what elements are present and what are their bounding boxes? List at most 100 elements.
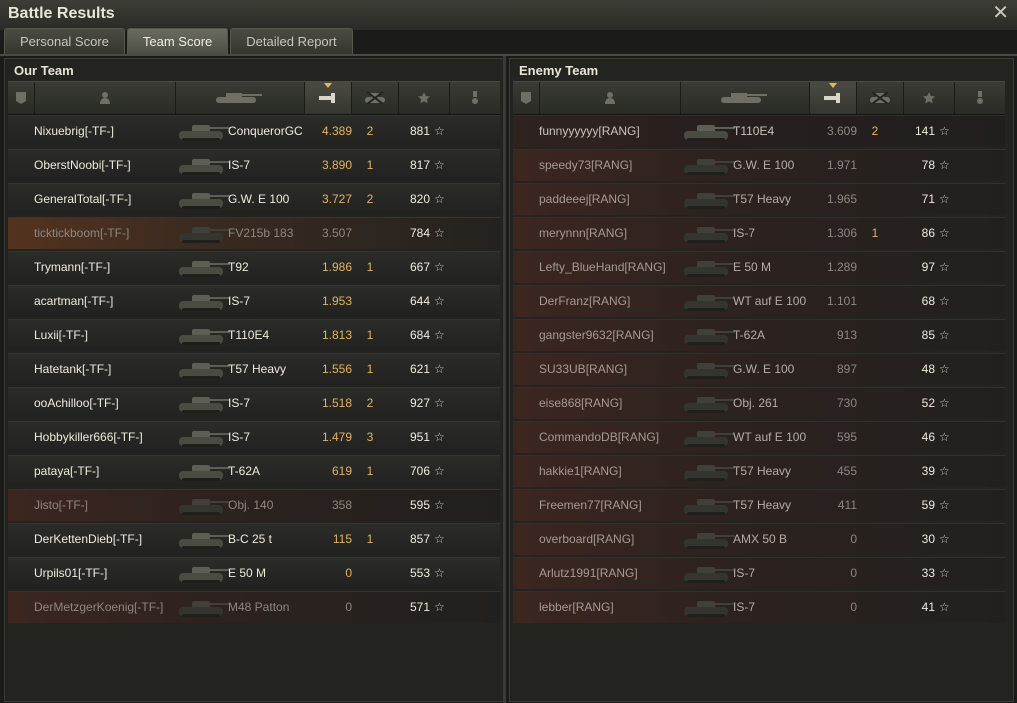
table-row[interactable]: DerMetzgerKoenig[-TF-] M48 Patton 0 571 ☆	[8, 591, 500, 623]
tank-icon	[176, 391, 232, 417]
table-row[interactable]: lebber[RANG] IS-7 0 41 ☆	[513, 591, 1005, 623]
player-name: acartman[-TF-]	[34, 294, 114, 308]
enemy-team-list: funnyyyyyy[RANG] T110E4 3.609 2 141 ☆ speedy73…	[513, 115, 1005, 625]
table-row[interactable]: Lefty_BlueHand[RANG] E 50 M 1.289 97 ☆	[513, 251, 1005, 283]
star-icon: ☆	[434, 464, 445, 478]
xp-value: 33	[921, 566, 935, 580]
medal-column-icon[interactable]	[450, 82, 500, 114]
tank-icon	[176, 357, 232, 383]
player-name: CommandoDB[RANG]	[539, 430, 660, 444]
medal-column-icon[interactable]	[955, 82, 1005, 114]
tank-icon	[176, 527, 232, 553]
tank-column-icon[interactable]	[681, 82, 810, 114]
table-row[interactable]: OberstNoobi[-TF-] IS-7 3.890 1 817 ☆	[8, 149, 500, 181]
damage-value: 1.518	[321, 396, 352, 410]
kills-column-icon[interactable]	[857, 82, 904, 114]
damage-value: 0	[850, 566, 857, 580]
player-column-icon[interactable]	[35, 82, 176, 114]
player-name: OberstNoobi[-TF-]	[34, 158, 131, 172]
table-row[interactable]: Nixuebrig[-TF-] ConquerorGC 4.389 2 881 ☆	[8, 115, 500, 147]
xp-value: 553	[409, 566, 430, 580]
table-row[interactable]: merynnn[RANG] IS-7 1.306 1 86 ☆	[513, 217, 1005, 249]
xp-value: 951	[409, 430, 430, 444]
table-row[interactable]: DerFranz[RANG] WT auf E 100 1.101 68 ☆	[513, 285, 1005, 317]
xp-value: 86	[921, 226, 935, 240]
table-row[interactable]: Hatetank[-TF-] T57 Heavy 1.556 1 621 ☆	[8, 353, 500, 385]
damage-value: 1.289	[826, 260, 857, 274]
xp-column-icon[interactable]	[399, 82, 450, 114]
platoon-column-icon[interactable]	[513, 82, 540, 114]
tab-team-score[interactable]: Team Score	[126, 28, 229, 54]
player-name: Lefty_BlueHand[RANG]	[539, 260, 666, 274]
player-name: lebber[RANG]	[539, 600, 614, 614]
table-row[interactable]: acartman[-TF-] IS-7 1.953 644 ☆	[8, 285, 500, 317]
damage-value: 897	[836, 362, 857, 376]
damage-value: 3.609	[826, 124, 857, 138]
tank-name: WT auf E 100	[733, 294, 807, 308]
xp-value: 621	[409, 362, 430, 376]
table-row[interactable]: gangster9632[RANG] T-62A 913 85 ☆	[513, 319, 1005, 351]
table-row[interactable]: pataya[-TF-] T-62A 619 1 706 ☆	[8, 455, 500, 487]
damage-column-icon[interactable]	[305, 82, 352, 114]
tank-icon	[176, 493, 232, 519]
table-row[interactable]: Freemen77[RANG] T57 Heavy 411 59 ☆	[513, 489, 1005, 521]
our-team-panel: Our Team Nixuebrig[-TF-] ConquerorGC 4.389…	[4, 58, 504, 702]
star-icon: ☆	[939, 532, 950, 546]
kills-value: 2	[871, 124, 879, 138]
tank-name: E 50 M	[228, 566, 267, 580]
table-row[interactable]: Trymann[-TF-] T92 1.986 1 667 ☆	[8, 251, 500, 283]
damage-value: 411	[837, 498, 857, 512]
damage-column-icon[interactable]	[810, 82, 857, 114]
damage-value: 115	[332, 532, 352, 546]
star-icon: ☆	[939, 396, 950, 410]
table-row[interactable]: DerKettenDieb[-TF-] B-C 25 t 115 1 857 ☆	[8, 523, 500, 555]
star-icon: ☆	[939, 600, 950, 614]
player-name: pataya[-TF-]	[34, 464, 100, 478]
table-row[interactable]: overboard[RANG] AMX 50 B 0 30 ☆	[513, 523, 1005, 555]
xp-column-icon[interactable]	[904, 82, 955, 114]
table-row[interactable]: paddeeej[RANG] T57 Heavy 1.965 71 ☆	[513, 183, 1005, 215]
tab-detailed-report[interactable]: Detailed Report	[230, 28, 353, 54]
our-team-list: Nixuebrig[-TF-] ConquerorGC 4.389 2 881 ☆ Ober…	[8, 115, 500, 625]
damage-value: 1.971	[826, 158, 857, 172]
tank-name: M48 Patton	[228, 600, 290, 614]
tank-icon	[176, 221, 232, 247]
player-column-icon[interactable]	[540, 82, 681, 114]
title-bar: Battle Results ✕	[0, 0, 1017, 30]
xp-value: 881	[409, 124, 430, 138]
table-row[interactable]: CommandoDB[RANG] WT auf E 100 595 46 ☆	[513, 421, 1005, 453]
table-row[interactable]: Hobbykiller666[-TF-] IS-7 1.479 3 951 ☆	[8, 421, 500, 453]
player-name: DerKettenDieb[-TF-]	[34, 532, 143, 546]
table-row[interactable]: speedy73[RANG] G.W. E 100 1.971 78 ☆	[513, 149, 1005, 181]
table-row[interactable]: Urpils01[-TF-] E 50 M 0 553 ☆	[8, 557, 500, 589]
table-row[interactable]: Luxii[-TF-] T110E4 1.813 1 684 ☆	[8, 319, 500, 351]
platoon-column-icon[interactable]	[8, 82, 35, 114]
player-name: Jisto[-TF-]	[34, 498, 88, 512]
tank-name: IS-7	[733, 226, 756, 240]
tank-name: WT auf E 100	[733, 430, 807, 444]
star-icon: ☆	[939, 566, 950, 580]
table-row[interactable]: eise868[RANG] Obj. 261 730 52 ☆	[513, 387, 1005, 419]
tank-column-icon[interactable]	[176, 82, 305, 114]
table-row[interactable]: SU33UB[RANG] G.W. E 100 897 48 ☆	[513, 353, 1005, 385]
tank-icon	[681, 493, 737, 519]
tab-personal-score[interactable]: Personal Score	[4, 28, 125, 54]
star-icon: ☆	[434, 226, 445, 240]
player-name: eise868[RANG]	[539, 396, 623, 410]
table-row[interactable]: funnyyyyyy[RANG] T110E4 3.609 2 141 ☆	[513, 115, 1005, 147]
xp-value: 71	[921, 192, 935, 206]
enemy-team-title: Enemy Team	[519, 63, 599, 78]
kills-value: 2	[366, 396, 374, 410]
table-row[interactable]: Arlutz1991[RANG] IS-7 0 33 ☆	[513, 557, 1005, 589]
table-row[interactable]: hakkie1[RANG] T57 Heavy 455 39 ☆	[513, 455, 1005, 487]
star-icon: ☆	[434, 498, 445, 512]
player-name: overboard[RANG]	[539, 532, 635, 546]
xp-value: 41	[921, 600, 935, 614]
enemy-team-header	[513, 81, 1005, 115]
kills-column-icon[interactable]	[352, 82, 399, 114]
close-icon[interactable]: ✕	[992, 2, 1009, 24]
table-row[interactable]: ooAchilloo[-TF-] IS-7 1.518 2 927 ☆	[8, 387, 500, 419]
table-row[interactable]: GeneralTotal[-TF-] G.W. E 100 3.727 2 820 ☆	[8, 183, 500, 215]
table-row[interactable]: ticktickboom[-TF-] FV215b 183 3.507 784 ☆	[8, 217, 500, 249]
table-row[interactable]: Jisto[-TF-] Obj. 140 358 595 ☆	[8, 489, 500, 521]
